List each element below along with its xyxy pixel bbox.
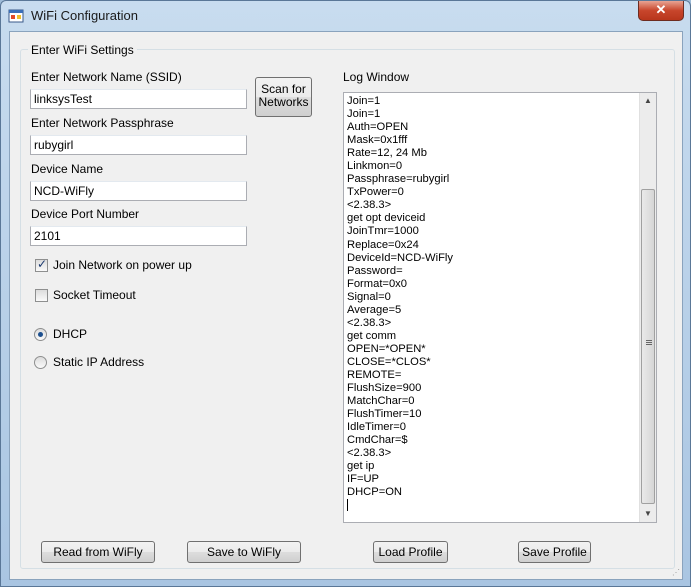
app-window-icon [8,9,24,23]
static-ip-radio[interactable] [34,356,47,369]
log-line: get opt deviceid [347,212,426,225]
dhcp-radio[interactable] [34,328,47,341]
log-line: CmdChar=$ [347,434,408,447]
log-line: Rate=12, 24 Mb [347,147,427,160]
scroll-down-icon[interactable]: ▼ [640,506,656,522]
join-network-label[interactable]: Join Network on power up [53,258,192,272]
log-line: Auth=OPEN [347,121,409,134]
scan-networks-button[interactable]: Scan for Networks [255,77,312,117]
log-line: <2.38.3> [347,447,392,460]
log-line: <2.38.3> [347,199,392,212]
log-line: Replace=0x24 [347,238,419,251]
log-line: OPEN=*OPEN* [347,342,426,355]
log-line: FlushTimer=10 [347,408,422,421]
log-scrollbar[interactable]: ▲ ▼ [639,93,656,522]
log-window[interactable]: Join=1 Join=1 Auth=OPEN Mask=0x1fff Rate=12,… [343,92,657,523]
text-caret [347,499,348,512]
log-line: Signal=0 [347,290,391,303]
window-title: WiFi Configuration [31,8,138,23]
log-line: <2.38.3> [347,316,392,329]
log-line: Average=5 [347,303,402,316]
load-profile-button[interactable]: Load Profile [373,541,448,563]
log-line: Passphrase=rubygirl [347,173,450,186]
log-line: Join=1 [347,95,381,107]
log-line: IF=UP [347,473,380,486]
log-line: DHCP=ON [347,486,403,499]
ssid-input[interactable]: linksysTest [30,89,247,109]
ssid-label: Enter Network Name (SSID) [31,70,182,84]
log-line: DeviceId=NCD-WiFly [347,251,453,264]
client-area: Enter WiFi Settings Enter Network Name (… [9,31,683,580]
log-line: Join=1 [347,108,381,121]
resize-grip-icon[interactable]: ⋰ [672,568,680,577]
device-name-input[interactable]: NCD-WiFly [30,181,247,201]
log-text: Join=1 Join=1 Auth=OPEN Mask=0x1fff Rate=12,… [347,95,637,512]
radio-selected-dot [38,332,43,337]
socket-timeout-checkbox[interactable] [35,289,48,302]
socket-timeout-label[interactable]: Socket Timeout [53,288,136,302]
scroll-thumb[interactable] [641,189,655,504]
join-network-checkbox[interactable]: ✓ [35,257,48,272]
passphrase-label: Enter Network Passphrase [31,116,174,130]
wifi-config-window: WiFi Configuration ✕ Enter WiFi Settings… [0,0,691,587]
log-line: get comm [347,329,397,342]
grip-icon [646,340,652,346]
log-line: Password= [347,264,403,277]
title-bar[interactable]: WiFi Configuration ✕ [1,1,690,31]
scroll-up-icon[interactable]: ▲ [640,93,656,109]
log-line: JoinTmr=1000 [347,225,419,238]
log-line: TxPower=0 [347,186,404,199]
log-window-label: Log Window [343,70,410,84]
log-line: IdleTimer=0 [347,421,406,434]
close-button[interactable]: ✕ [638,1,684,21]
close-icon: ✕ [655,2,667,17]
log-line: FlushSize=900 [347,382,422,395]
port-label: Device Port Number [31,207,140,221]
static-ip-label[interactable]: Static IP Address [53,355,144,369]
group-title: Enter WiFi Settings [28,43,137,57]
log-line: MatchChar=0 [347,395,415,408]
save-to-wifly-button[interactable]: Save to WiFly [187,541,301,563]
log-line: Linkmon=0 [347,160,403,173]
log-line: REMOTE= [347,368,402,381]
log-line: CLOSE=*CLOS* [347,355,431,368]
log-line: get ip [347,460,375,473]
log-line: Mask=0x1fff [347,134,408,147]
scan-label-line2: Networks [258,95,309,109]
read-from-wifly-button[interactable]: Read from WiFly [41,541,155,563]
save-profile-button[interactable]: Save Profile [518,541,591,563]
dhcp-label[interactable]: DHCP [53,327,87,341]
log-line: Format=0x0 [347,277,408,290]
scan-label-line1: Scan for [261,82,306,96]
check-icon: ✓ [37,257,48,271]
port-input[interactable]: 2101 [30,226,247,246]
device-name-label: Device Name [31,162,104,176]
passphrase-input[interactable]: rubygirl [30,135,247,155]
